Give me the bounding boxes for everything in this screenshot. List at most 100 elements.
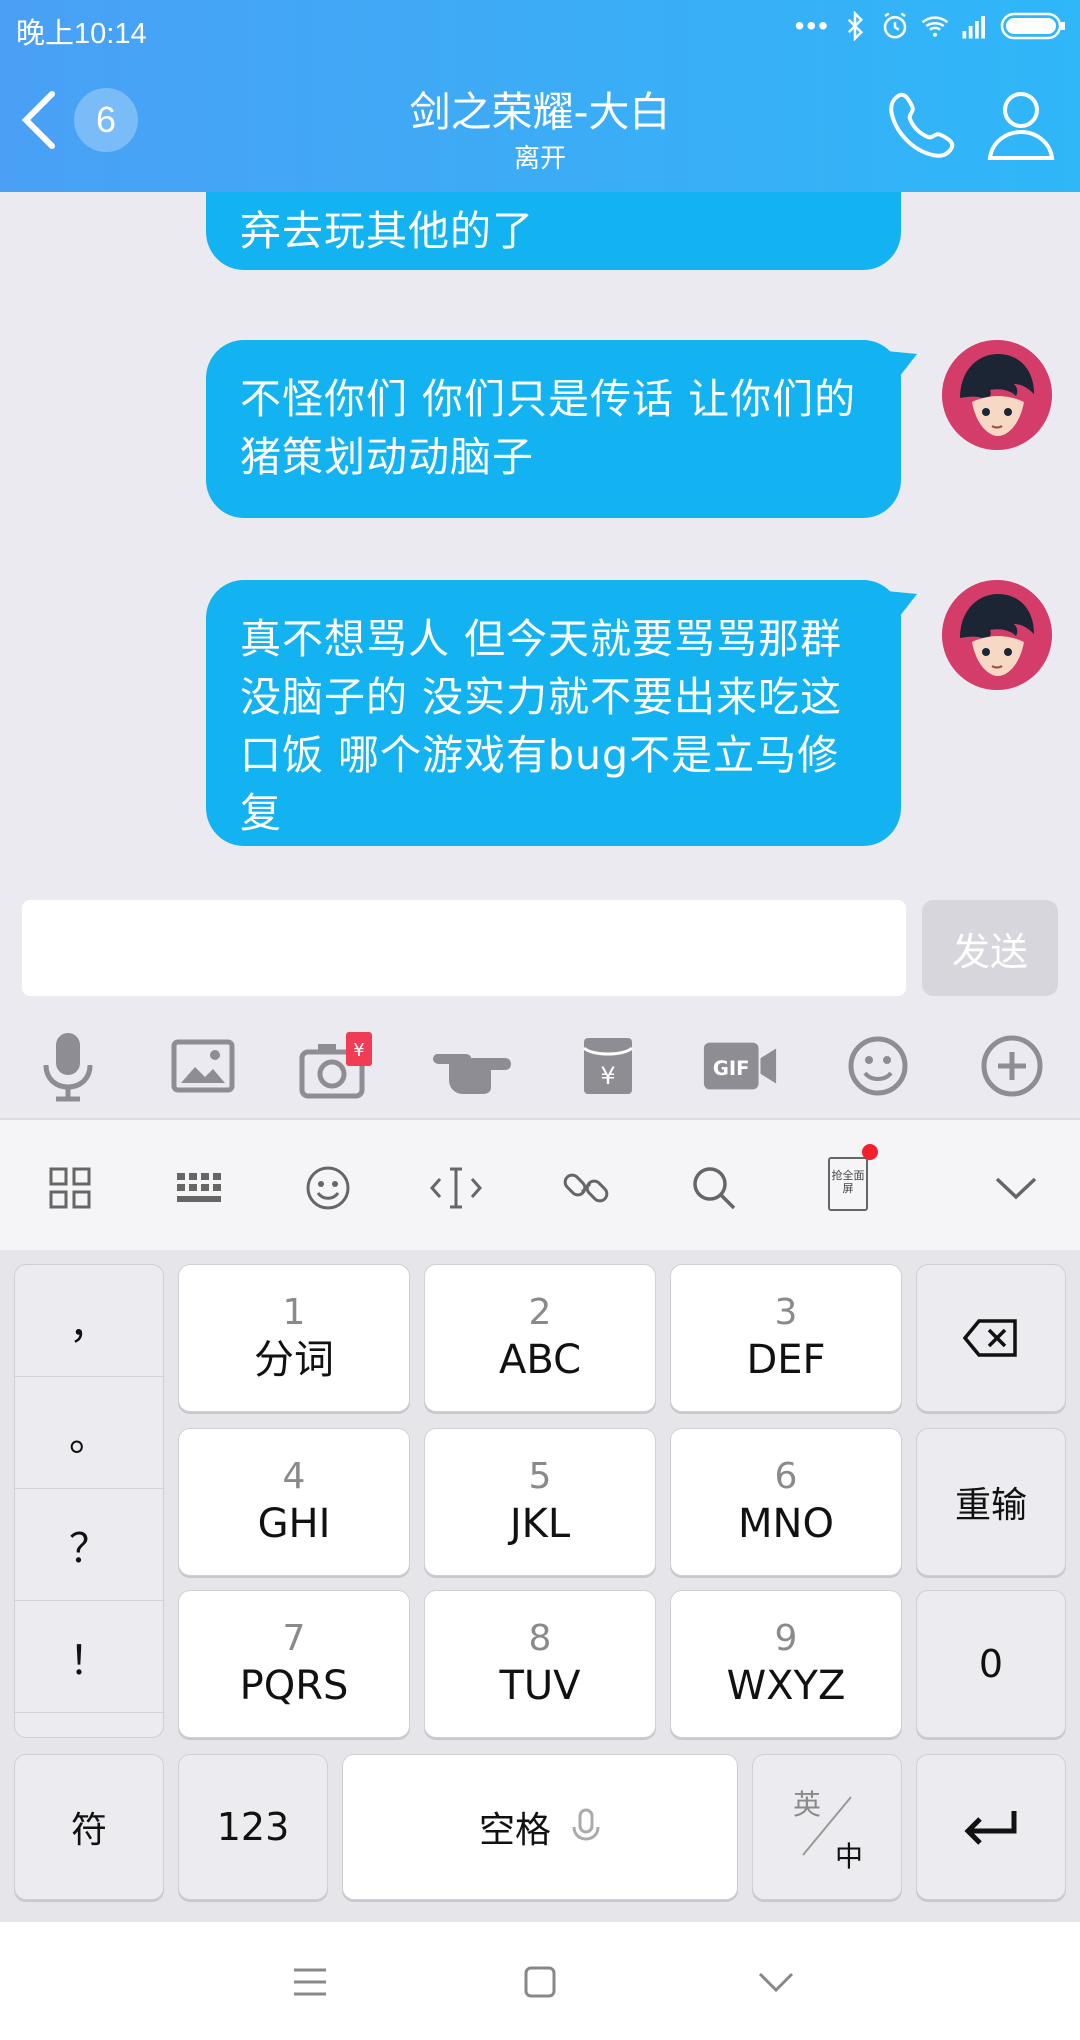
camera-icon[interactable]: ¥ — [298, 1026, 378, 1106]
avatar-image — [942, 580, 1052, 690]
key-letters: TUV — [499, 1663, 581, 1709]
bubble-tail — [877, 350, 917, 390]
punct-key[interactable]: ！ — [15, 1601, 163, 1713]
bubble-tail — [877, 590, 917, 630]
avatar-image — [942, 340, 1052, 450]
poke-icon[interactable] — [433, 1026, 513, 1106]
key-3[interactable]: 3 DEF — [670, 1264, 902, 1412]
apps-icon[interactable] — [42, 1160, 98, 1216]
key-1[interactable]: 1 分词 — [178, 1264, 410, 1412]
space-label: 空格 — [478, 1810, 551, 1851]
punctuation-column[interactable]: ， 。 ？ ！ — [14, 1264, 164, 1738]
message-bubble[interactable]: 不怪你们 你们只是传话 让你们的猪策划动动脑子 — [206, 340, 917, 518]
emoji-icon[interactable] — [838, 1026, 918, 1106]
key-number: 8 — [528, 1618, 552, 1659]
backspace-key[interactable] — [916, 1264, 1066, 1412]
key-number: 4 — [282, 1456, 306, 1497]
more-dots-icon: ••• — [794, 10, 830, 41]
key-number: 9 — [774, 1618, 798, 1659]
key-number: 7 — [282, 1618, 306, 1659]
key-4[interactable]: 4 GHI — [178, 1428, 410, 1576]
gif-icon[interactable]: GIF — [700, 1026, 780, 1106]
notification-dot — [862, 1144, 878, 1160]
enter-key[interactable] — [916, 1754, 1066, 1900]
menu-icon[interactable] — [288, 1960, 332, 2004]
search-icon[interactable] — [686, 1160, 742, 1216]
zero-key[interactable]: 0 — [916, 1590, 1066, 1738]
key-5[interactable]: 5 JKL — [424, 1428, 656, 1576]
language-toggle-key[interactable]: 英 中 — [752, 1754, 902, 1900]
key-letters: JKL — [509, 1501, 571, 1547]
message-text: 真不想骂人 但今天就要骂骂那群没脑子的 没实力就不要出来吃这口饭 哪个游戏有bu… — [240, 615, 843, 837]
fullscreen-promo-label: 抢全面屏 — [828, 1157, 868, 1211]
message-bubble[interactable]: 弃去玩其他的了 — [206, 192, 901, 270]
key-letters: DEF — [746, 1337, 826, 1383]
status-icons: ••• — [795, 10, 1066, 42]
battery-icon — [1000, 12, 1065, 40]
phone-icon[interactable] — [884, 88, 960, 164]
symbols-key[interactable]: 符 — [14, 1754, 164, 1900]
profile-icon[interactable] — [984, 86, 1058, 162]
svg-text:GIF: GIF — [713, 1057, 750, 1080]
home-icon[interactable] — [518, 1960, 562, 2004]
punct-key[interactable]: 。 — [15, 1377, 163, 1489]
link-icon[interactable] — [558, 1160, 614, 1216]
wifi-icon — [921, 16, 949, 37]
key-number: 1 — [282, 1292, 306, 1333]
key-6[interactable]: 6 MNO — [670, 1428, 902, 1576]
bluetooth-icon — [847, 11, 864, 41]
svg-text:¥: ¥ — [353, 1040, 364, 1061]
emoji-icon[interactable] — [300, 1160, 356, 1216]
key-letters: GHI — [257, 1501, 331, 1547]
key-7[interactable]: 7 PQRS — [178, 1590, 410, 1738]
chat-toolbar: ¥ ¥ GIF — [0, 1012, 1080, 1116]
key-number: 2 — [528, 1292, 552, 1333]
system-nav-bar — [0, 1922, 1080, 2040]
mic-icon[interactable] — [28, 1026, 108, 1106]
avatar[interactable] — [942, 580, 1052, 690]
key-letters: MNO — [738, 1501, 834, 1547]
key-number: 6 — [774, 1456, 798, 1497]
punct-key[interactable]: ？ — [15, 1489, 163, 1601]
reinput-key[interactable]: 重输 — [916, 1428, 1066, 1576]
key-9[interactable]: 9 WXYZ — [670, 1590, 902, 1738]
cursor-icon[interactable] — [428, 1160, 484, 1216]
keyboard: ， 。 ？ ！ 1 分词 2 ABC 3 DEF 4 GHI 5 JKL 6 M… — [0, 1250, 1080, 1922]
message-text: 弃去玩其他的了 — [240, 207, 534, 255]
alarm-icon — [883, 12, 907, 39]
image-icon[interactable] — [163, 1026, 243, 1106]
enter-icon — [964, 1811, 1017, 1845]
lang-zh-label: 中 — [835, 1840, 864, 1873]
key-8[interactable]: 8 TUV — [424, 1590, 656, 1738]
message-bubble[interactable]: 真不想骂人 但今天就要骂骂那群没脑子的 没实力就不要出来吃这口饭 哪个游戏有bu… — [206, 580, 917, 846]
top-bar: 晚上10:14 ••• 6 剑之荣耀-大白 离开 — [0, 0, 1080, 192]
key-letters: 分词 — [254, 1337, 334, 1383]
status-time: 晚上10:14 — [16, 18, 147, 50]
collapse-icon[interactable] — [988, 1160, 1044, 1216]
send-button[interactable]: 发送 — [922, 900, 1058, 996]
svg-text:¥: ¥ — [600, 1062, 615, 1090]
message-text: 不怪你们 你们只是传话 让你们的猪策划动动脑子 — [240, 375, 857, 481]
avatar[interactable] — [942, 340, 1052, 450]
message-input[interactable] — [22, 900, 906, 996]
back-nav-icon[interactable] — [754, 1960, 798, 2004]
plus-icon[interactable] — [972, 1026, 1052, 1106]
signal-icon — [962, 16, 985, 39]
punct-key[interactable]: ， — [15, 1265, 163, 1377]
keyboard-top-bar: 抢全面屏 — [0, 1118, 1080, 1250]
key-2[interactable]: 2 ABC — [424, 1264, 656, 1412]
key-letters: WXYZ — [726, 1663, 846, 1709]
voice-input-icon — [572, 1808, 600, 1841]
space-key[interactable]: 空格 — [342, 1754, 738, 1900]
key-letters: PQRS — [239, 1663, 349, 1709]
key-number: 5 — [528, 1456, 552, 1497]
message-list[interactable]: 弃去玩其他的了 不怪你们 你们只是传话 让你们的猪策划动动脑子 真不想骂人 但今… — [0, 192, 1080, 882]
backspace-icon — [963, 1319, 1017, 1357]
keyboard-layout-icon[interactable] — [170, 1160, 226, 1216]
input-row: 发送 — [0, 882, 1080, 1012]
fullscreen-promo-icon[interactable]: 抢全面屏 — [816, 1144, 880, 1216]
red-packet-icon[interactable]: ¥ — [568, 1026, 648, 1106]
key-number: 3 — [774, 1292, 798, 1333]
numbers-key[interactable]: 123 — [178, 1754, 328, 1900]
key-letters: ABC — [498, 1337, 582, 1383]
